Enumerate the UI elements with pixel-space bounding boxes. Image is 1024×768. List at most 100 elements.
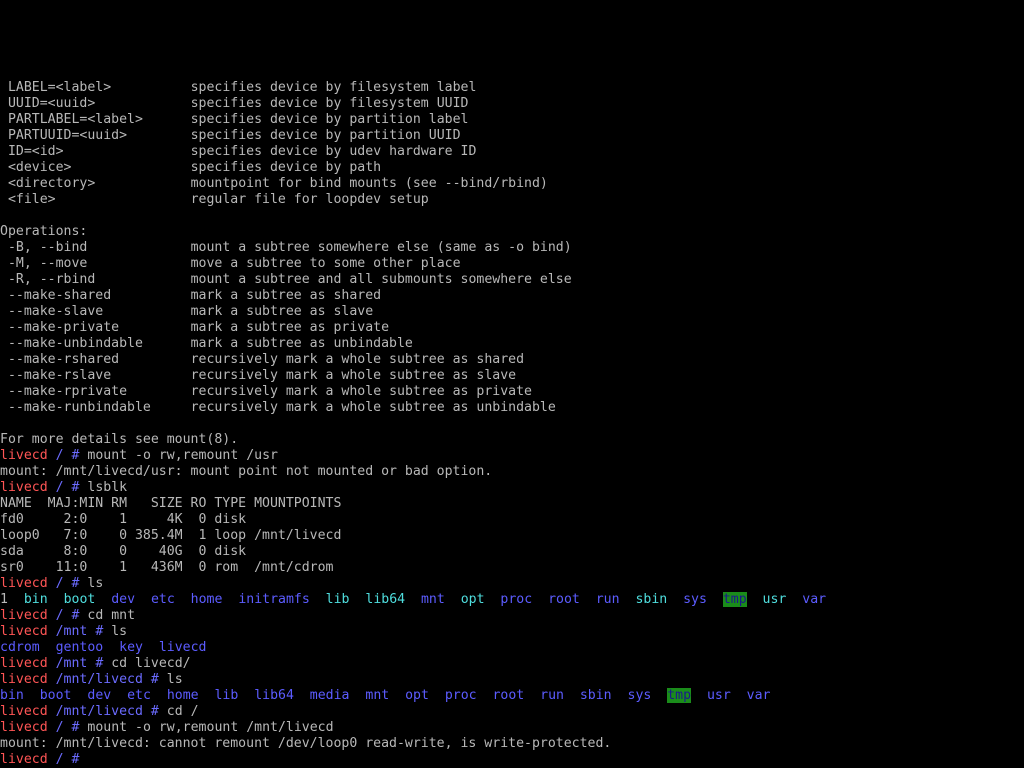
option-name: --make-rshared bbox=[0, 352, 120, 367]
ls-entry: bin bbox=[0, 688, 24, 703]
help-operations-section: -B, --bind mount a subtree somewhere els… bbox=[0, 240, 1024, 416]
ls-output-line: cdrom gentoo key livecd bbox=[0, 640, 1024, 656]
help-operation-row: -M, --move move a subtree to some other … bbox=[0, 256, 1024, 272]
option-name: -R, --rbind bbox=[0, 272, 96, 287]
terminal-screen[interactable]: LABEL=<label> specifies device by filesy… bbox=[0, 80, 1024, 768]
option-description: specifies device by filesystem UUID bbox=[190, 96, 469, 111]
output-line: loop0 7:0 0 385.4M 1 loop /mnt/livecd bbox=[0, 528, 342, 543]
help-operation-row: --make-unbindable mark a subtree as unbi… bbox=[0, 336, 1024, 352]
option-description: mark a subtree as slave bbox=[190, 304, 374, 319]
ls-entry: usr bbox=[762, 592, 787, 607]
help-source-row: <device> specifies device by path bbox=[0, 160, 1024, 176]
ls-entry: livecd bbox=[158, 640, 207, 655]
ls-entry: home bbox=[190, 592, 223, 607]
prompt-symbol: # bbox=[150, 704, 159, 719]
prompt-host: livecd bbox=[0, 704, 48, 719]
option-description: mark a subtree as unbindable bbox=[190, 336, 413, 351]
prompt-line: livecd /mnt # cd livecd/ bbox=[0, 656, 1024, 672]
command-text: cd livecd/ bbox=[111, 656, 191, 671]
ls-entry: boot bbox=[39, 688, 72, 703]
prompt-symbol: # bbox=[150, 672, 159, 687]
command-text: mount -o rw,remount /mnt/livecd bbox=[87, 720, 334, 735]
help-operation-row: -B, --bind mount a subtree somewhere els… bbox=[0, 240, 1024, 256]
prompt-symbol: # bbox=[95, 656, 104, 671]
prompt-host: livecd bbox=[0, 624, 48, 639]
ls-entry: sys bbox=[683, 592, 707, 607]
ls-entry: sbin bbox=[579, 688, 612, 703]
command-text: ls bbox=[166, 672, 183, 687]
output-line: sr0 11:0 1 436M 0 rom /mnt/cdrom bbox=[0, 560, 334, 575]
shell-session: livecd / # mount -o rw,remount /usr mount… bbox=[0, 448, 1024, 768]
command-text: mount -o rw,remount /usr bbox=[87, 448, 278, 463]
ls-entry: tmp bbox=[667, 688, 692, 703]
command-text: cd mnt bbox=[87, 608, 136, 623]
ls-entry: var bbox=[746, 688, 771, 703]
prompt-line: livecd /mnt/livecd # cd / bbox=[0, 704, 1024, 720]
prompt-symbol: # bbox=[71, 480, 80, 495]
option-name: --make-rslave bbox=[0, 368, 112, 383]
prompt-dir: / bbox=[55, 720, 64, 735]
ls-entry: etc bbox=[127, 688, 151, 703]
prompt-host: livecd bbox=[0, 480, 48, 495]
ls-entry: proc bbox=[444, 688, 477, 703]
prompt-line: livecd /mnt/livecd # ls bbox=[0, 672, 1024, 688]
option-name: --make-runbindable bbox=[0, 400, 151, 415]
output-line: sda 8:0 0 40G 0 disk bbox=[0, 544, 247, 559]
prompt-host: livecd bbox=[0, 576, 48, 591]
option-description: mark a subtree as private bbox=[190, 320, 390, 335]
prompt-host: livecd bbox=[0, 656, 48, 671]
option-description: specifies device by partition label bbox=[190, 112, 469, 127]
prompt-line: livecd /mnt # ls bbox=[0, 624, 1024, 640]
operations-heading: Operations: bbox=[0, 224, 88, 239]
option-description: recursively mark a whole subtree as shar… bbox=[190, 352, 525, 367]
more-details-line: For more details see mount(8). bbox=[0, 432, 239, 447]
prompt-dir: / bbox=[55, 608, 64, 623]
help-source-row: <directory> mountpoint for bind mounts (… bbox=[0, 176, 1024, 192]
ls-entry: etc bbox=[150, 592, 175, 607]
prompt-host: livecd bbox=[0, 752, 48, 767]
ls-entry: gentoo bbox=[55, 640, 104, 655]
option-name: --make-shared bbox=[0, 288, 112, 303]
option-name: <file> bbox=[0, 192, 56, 207]
option-name: --make-private bbox=[0, 320, 120, 335]
ls-entry: lib bbox=[325, 592, 350, 607]
prompt-dir: /mnt/livecd bbox=[55, 704, 143, 719]
option-name: PARTUUID=<uuid> bbox=[0, 128, 128, 143]
option-description: recursively mark a whole subtree as unbi… bbox=[190, 400, 556, 415]
help-operation-row: --make-rslave recursively mark a whole s… bbox=[0, 368, 1024, 384]
prompt-host: livecd bbox=[0, 672, 48, 687]
prompt-line: livecd / # cd mnt bbox=[0, 608, 1024, 624]
prompt-symbol: # bbox=[71, 752, 80, 767]
prompt-dir: /mnt bbox=[55, 656, 88, 671]
prompt-symbol: # bbox=[95, 624, 104, 639]
prompt-dir: / bbox=[55, 752, 64, 767]
option-description: mark a subtree as shared bbox=[190, 288, 382, 303]
option-description: specifies device by path bbox=[190, 160, 382, 175]
output-line: mount: /mnt/livecd: cannot remount /dev/… bbox=[0, 736, 612, 751]
ls-output-line: 1 bin boot dev etc home initramfs lib li… bbox=[0, 592, 1024, 608]
option-name: --make-slave bbox=[0, 304, 104, 319]
output-line: mount: /mnt/livecd/usr: mount point not … bbox=[0, 464, 493, 479]
ls-entry: bin bbox=[23, 592, 48, 607]
option-name: -M, --move bbox=[0, 256, 88, 271]
ls-entry: initramfs bbox=[238, 592, 310, 607]
help-operation-row: --make-rprivate recursively mark a whole… bbox=[0, 384, 1024, 400]
prompt-symbol: # bbox=[71, 576, 80, 591]
ls-entry: tmp bbox=[722, 592, 747, 607]
ls-entry: run bbox=[595, 592, 620, 607]
option-description: mount a subtree and all submounts somewh… bbox=[190, 272, 572, 287]
prompt-dir: /mnt/livecd bbox=[55, 672, 143, 687]
option-description: recursively mark a whole subtree as slav… bbox=[190, 368, 517, 383]
option-description: mount a subtree somewhere else (same as … bbox=[190, 240, 572, 255]
ls-entry: proc bbox=[500, 592, 533, 607]
help-operation-row: --make-rshared recursively mark a whole … bbox=[0, 352, 1024, 368]
ls-entry: key bbox=[119, 640, 143, 655]
prompt-host: livecd bbox=[0, 608, 48, 623]
option-description: specifies device by udev hardware ID bbox=[190, 144, 477, 159]
command-text: ls bbox=[87, 576, 104, 591]
prompt-symbol: # bbox=[71, 720, 80, 735]
help-source-row: PARTLABEL=<label> specifies device by pa… bbox=[0, 112, 1024, 128]
prompt-dir: / bbox=[55, 480, 64, 495]
